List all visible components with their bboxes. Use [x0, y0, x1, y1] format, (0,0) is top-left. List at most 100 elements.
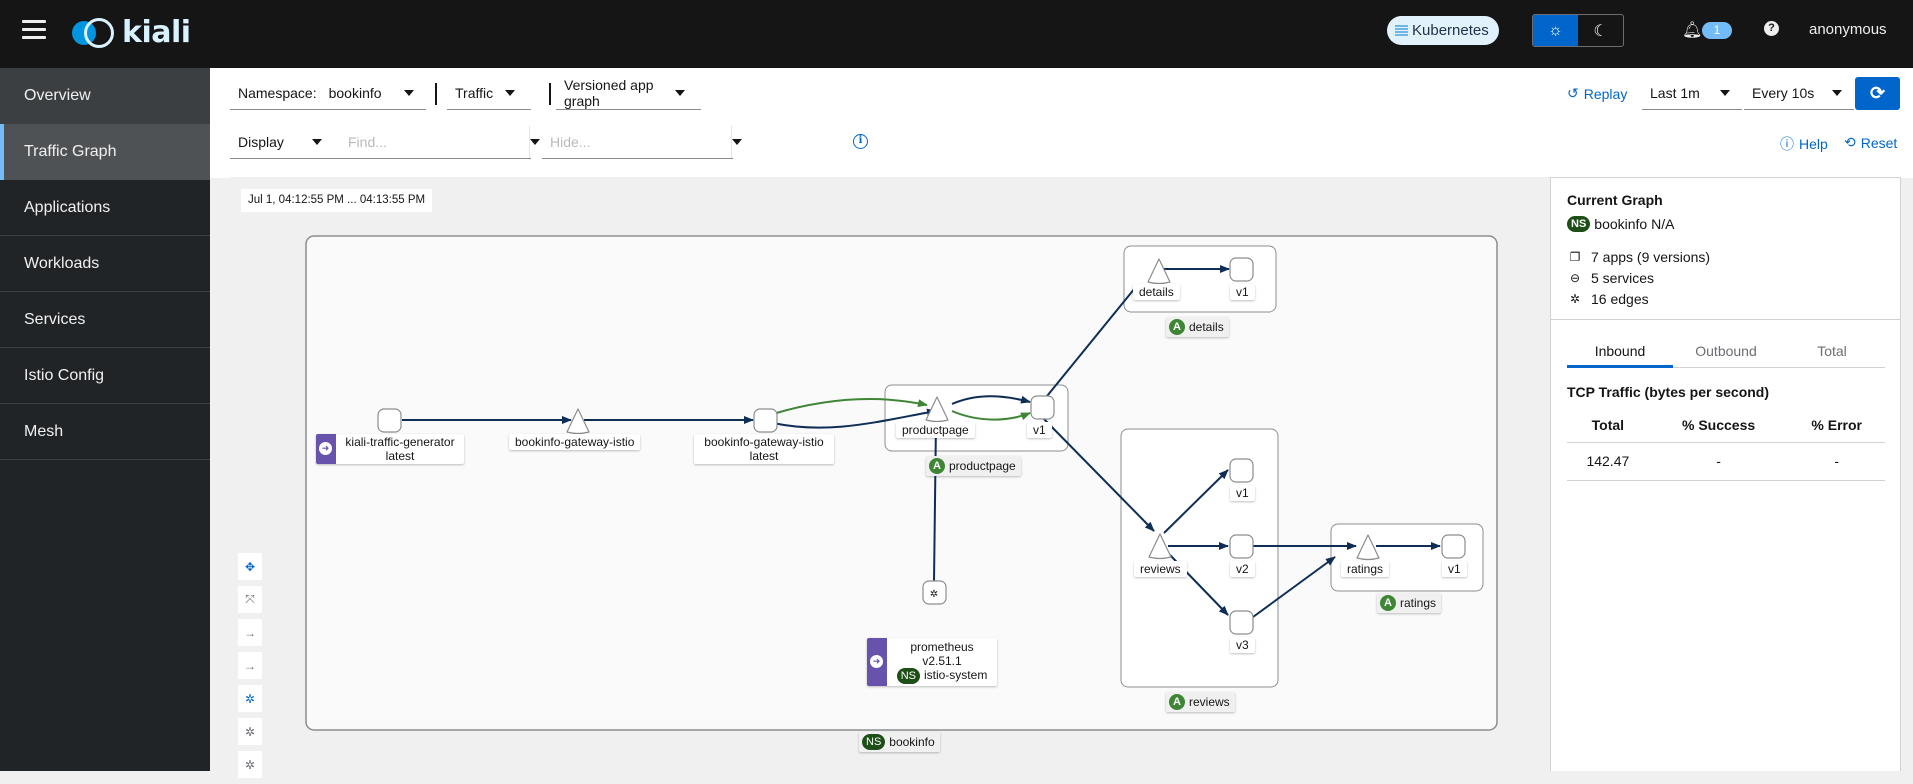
app-badge: A: [1169, 694, 1185, 710]
app-box-details[interactable]: [1123, 245, 1277, 313]
replay-button[interactable]: ↺ Replay: [1567, 85, 1627, 102]
dark-theme-button[interactable]: ☾: [1578, 15, 1623, 46]
col-success: % Success: [1648, 408, 1789, 443]
summary-panel: Current Graph NS bookinfo N/A ❐ 7 apps (9…: [1550, 177, 1901, 771]
app-label-ratings: A ratings: [1377, 593, 1442, 613]
hide-input-group: [542, 126, 742, 159]
apps-stat: ❐ 7 apps (9 versions): [1567, 248, 1884, 266]
layout-grid-icon[interactable]: ✲: [238, 751, 262, 778]
moon-icon: ☾: [1593, 22, 1608, 40]
label-ratings-service: ratings: [1341, 561, 1390, 577]
caret-down-icon: [404, 90, 414, 96]
layout-cola-icon[interactable]: ✲: [238, 685, 262, 712]
duration-select[interactable]: Last 1m: [1642, 77, 1742, 110]
refresh-button[interactable]: ⟳: [1855, 77, 1900, 110]
help-button[interactable]: ⓘ Help: [1780, 134, 1828, 154]
duration-label: Last 1m: [1650, 85, 1700, 101]
sidebar-item-applications[interactable]: Applications: [0, 180, 210, 236]
graph-canvas[interactable]: Jul 1, 04:12:55 PM ... 04:13:55 PM ✲ ➜ k…: [230, 177, 1550, 778]
hamburger-menu-icon[interactable]: [22, 20, 46, 40]
caret-down-icon: [530, 139, 540, 145]
label-line: latest: [385, 449, 415, 463]
graph-type-select[interactable]: Versioned app graph: [556, 77, 701, 110]
node-details-v1[interactable]: [1229, 257, 1254, 282]
node-kiali-traffic-generator[interactable]: [377, 408, 402, 433]
namespace-select[interactable]: Namespace: bookinfo: [230, 77, 426, 110]
help-icon[interactable]: ?: [1764, 21, 1779, 36]
tab-total[interactable]: Total: [1779, 339, 1885, 367]
label-productpage-v1: v1: [1027, 422, 1052, 438]
node-reviews-v2[interactable]: [1229, 534, 1254, 559]
namespace-badge: NS: [862, 734, 886, 750]
col-error: % Error: [1788, 408, 1885, 443]
label-ratings-v1: v1: [1442, 561, 1467, 577]
bell-icon[interactable]: 🔔︎: [1682, 20, 1702, 40]
question-circle-icon: ⓘ: [1780, 136, 1794, 152]
app-badge: A: [1380, 595, 1396, 611]
notification-count-badge[interactable]: 1: [1702, 22, 1732, 39]
find-dropdown-toggle[interactable]: [529, 126, 540, 158]
label-reviews-service: reviews: [1134, 561, 1187, 577]
label-reviews-v1: v1: [1230, 485, 1255, 501]
tab-outbound[interactable]: Outbound: [1673, 339, 1779, 367]
namespace-label: Namespace:: [238, 85, 317, 101]
layout-dagre-icon[interactable]: ✲: [238, 718, 262, 745]
display-select[interactable]: Display: [230, 126, 340, 159]
sidebar-item-mesh[interactable]: Mesh: [0, 404, 210, 460]
label-kiali-traffic-generator: kiali-traffic-generator latest: [316, 434, 464, 464]
sidebar-item-services[interactable]: Services: [0, 292, 210, 348]
col-total: Total: [1567, 408, 1649, 443]
layout-2-icon[interactable]: →: [238, 652, 262, 679]
caret-down-icon: [675, 90, 685, 96]
light-theme-button[interactable]: ☼: [1533, 15, 1578, 46]
external-service-badge: [867, 638, 887, 686]
refresh-interval-label: Every 10s: [1752, 85, 1815, 101]
label-bookinfo-gateway-service: bookinfo-gateway-istio: [509, 434, 641, 450]
fit-to-screen-icon[interactable]: ⤧: [238, 586, 262, 613]
traffic-select[interactable]: Traffic: [447, 77, 531, 110]
layout-1-icon[interactable]: →: [238, 619, 262, 646]
tab-inbound[interactable]: Inbound: [1567, 339, 1673, 368]
caret-down-icon: [505, 90, 515, 96]
summary-namespace-text: bookinfo N/A: [1594, 216, 1675, 232]
label-line: latest: [749, 449, 779, 463]
caret-down-icon: [1720, 90, 1730, 96]
app-badge: A: [929, 458, 945, 474]
hide-dropdown-toggle[interactable]: [731, 126, 742, 158]
cluster-icon: [1395, 25, 1408, 36]
sidebar-item-workloads[interactable]: Workloads: [0, 236, 210, 292]
sidebar-item-overview[interactable]: Overview: [0, 68, 210, 124]
label-details-v1: v1: [1230, 284, 1255, 300]
hide-input[interactable]: [542, 126, 731, 158]
label-line: v2.51.1: [922, 654, 962, 668]
display-label: Display: [238, 134, 284, 150]
history-icon: ↺: [1567, 85, 1579, 101]
node-ratings-v1[interactable]: [1441, 534, 1466, 559]
app-label-productpage: A productpage: [926, 456, 1021, 476]
caret-down-icon: [732, 139, 742, 145]
services-stat-text: 5 services: [1591, 270, 1655, 286]
reset-button[interactable]: ⟲ Reset: [1844, 134, 1897, 151]
node-bookinfo-gateway-workload[interactable]: [753, 408, 778, 433]
node-reviews-v1[interactable]: [1229, 458, 1254, 483]
graph-side-toolbar: ✥ ⤧ → → ✲ ✲ ✲: [238, 553, 262, 784]
refresh-interval-select[interactable]: Every 10s: [1744, 77, 1854, 110]
namespace-label-text: bookinfo: [889, 735, 935, 749]
label-line: prometheus: [910, 640, 974, 654]
node-reviews-v3[interactable]: [1229, 610, 1254, 635]
app-label-reviews: A reviews: [1166, 692, 1235, 712]
sidebar-item-traffic-graph[interactable]: Traffic Graph: [0, 124, 210, 180]
user-menu[interactable]: anonymous: [1809, 21, 1887, 38]
info-icon[interactable]: i: [853, 134, 868, 149]
namespace-text: istio-system: [923, 668, 988, 682]
edges-stat-text: 16 edges: [1591, 291, 1649, 307]
app-badge: A: [1169, 319, 1185, 335]
label-reviews-v3: v3: [1230, 637, 1255, 653]
kiali-logo[interactable]: kiali: [70, 14, 191, 50]
find-input[interactable]: [340, 126, 529, 158]
move-icon[interactable]: ✥: [238, 553, 262, 580]
app-label-details: A details: [1166, 317, 1229, 337]
sidebar-item-istio-config[interactable]: Istio Config: [0, 348, 210, 404]
node-productpage-v1[interactable]: [1030, 395, 1055, 420]
edges-stat: ✲ 16 edges: [1567, 290, 1884, 308]
